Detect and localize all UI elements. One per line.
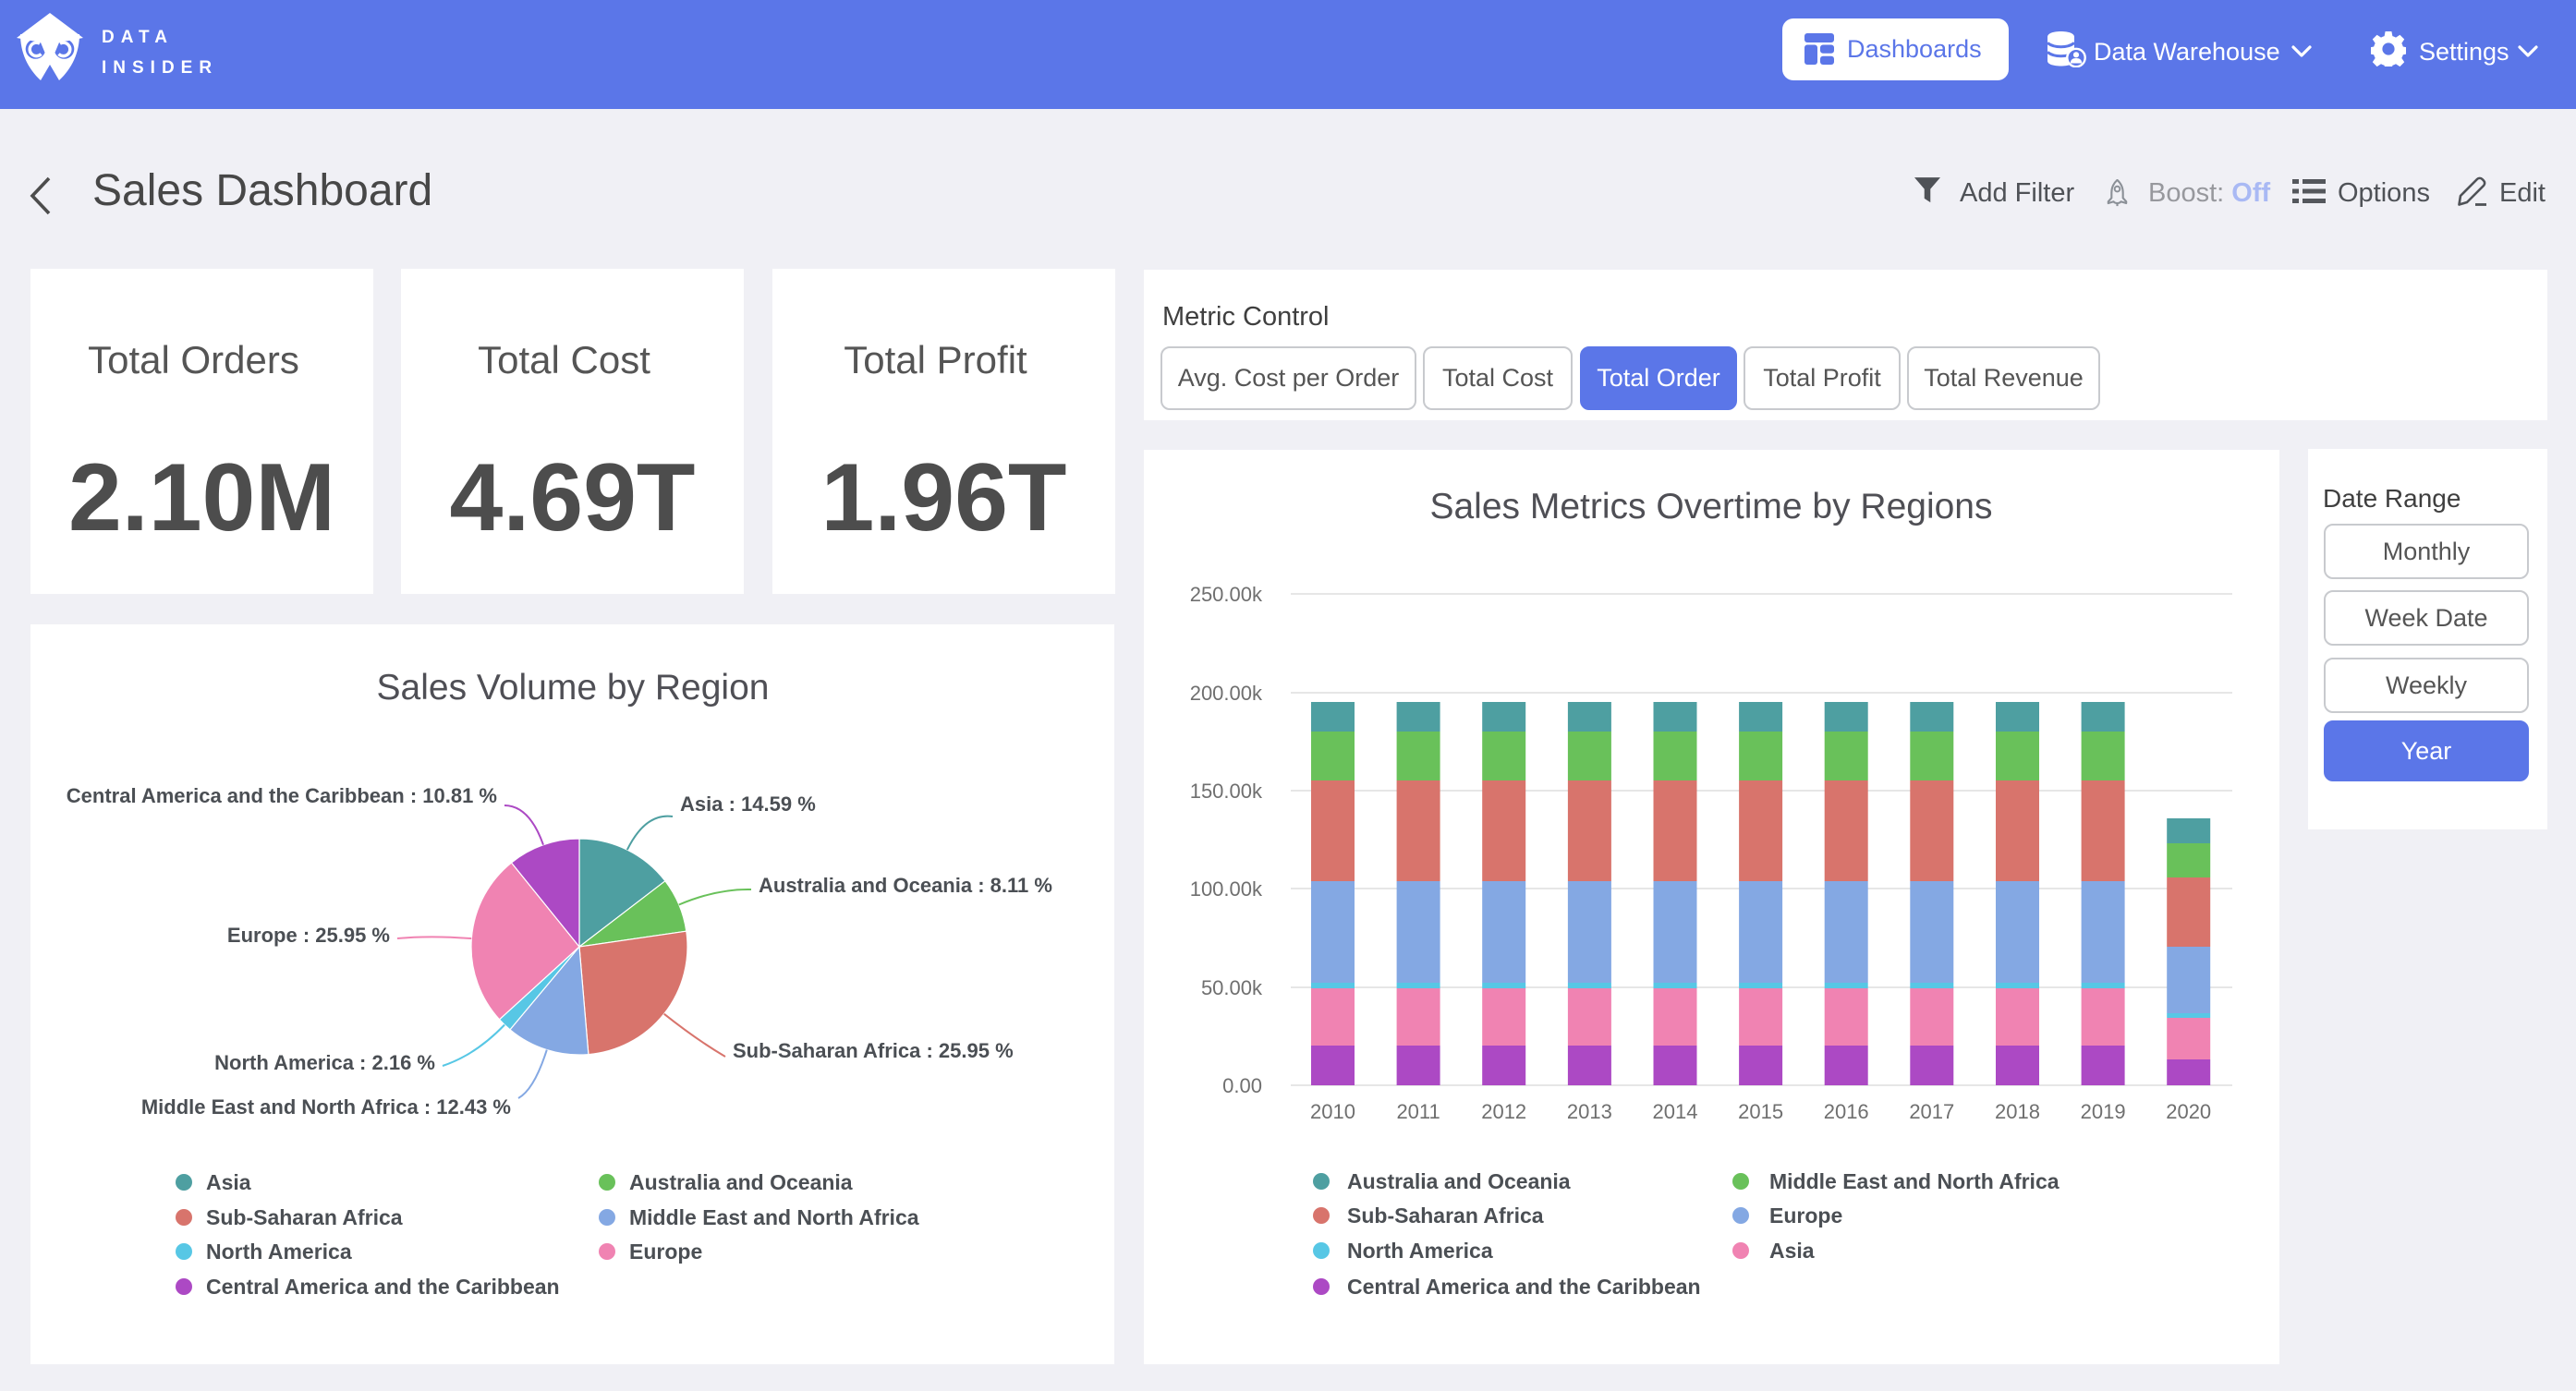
svg-text:Middle East and North Africa :: Middle East and North Africa : 12.43 % [141,1095,511,1119]
svg-text:Europe: Europe [629,1240,702,1264]
svg-text:Central America and the Caribb: Central America and the Caribbean : 10.8… [67,784,497,807]
svg-text:Sub-Saharan Africa: Sub-Saharan Africa [206,1205,403,1229]
svg-text:Asia: Asia [206,1170,251,1194]
svg-text:Central America and the Caribb: Central America and the Caribbean [1347,1275,1701,1299]
svg-text:Central America and the Caribb: Central America and the Caribbean [206,1275,560,1299]
svg-text:2012: 2012 [1481,1100,1526,1123]
svg-text:2018: 2018 [1995,1100,2040,1123]
svg-text:North America: North America [1347,1239,1493,1263]
svg-text:Australia and Oceania: Australia and Oceania [1347,1169,1571,1193]
svg-text:2011: 2011 [1396,1100,1440,1123]
svg-text:50.00k: 50.00k [1201,976,1263,999]
svg-text:2015: 2015 [1738,1100,1783,1123]
svg-text:2016: 2016 [1824,1100,1869,1123]
svg-text:2020: 2020 [2166,1100,2211,1123]
svg-text:2010: 2010 [1310,1100,1355,1123]
svg-text:Sales Metrics Overtime by Regi: Sales Metrics Overtime by Regions [1429,487,1992,526]
svg-text:Middle East and North Africa: Middle East and North Africa [1769,1169,2060,1193]
svg-text:100.00k: 100.00k [1190,877,1263,901]
svg-text:Sub-Saharan Africa : 25.95 %: Sub-Saharan Africa : 25.95 % [733,1039,1014,1062]
svg-text:2013: 2013 [1567,1100,1612,1123]
svg-text:North America: North America [206,1240,352,1264]
svg-text:Australia and Oceania : 8.11 %: Australia and Oceania : 8.11 % [759,874,1052,897]
svg-text:Europe : 25.95 %: Europe : 25.95 % [227,924,390,947]
svg-text:250.00k: 250.00k [1190,583,1263,606]
svg-text:Asia: Asia [1769,1239,1815,1263]
svg-text:Sub-Saharan Africa: Sub-Saharan Africa [1347,1204,1544,1228]
svg-text:2019: 2019 [2081,1100,2126,1123]
svg-text:Asia : 14.59 %: Asia : 14.59 % [680,792,816,816]
svg-text:Middle East and North Africa: Middle East and North Africa [629,1205,919,1229]
svg-text:North America : 2.16 %: North America : 2.16 % [214,1051,435,1074]
svg-text:200.00k: 200.00k [1190,682,1263,705]
svg-text:150.00k: 150.00k [1190,780,1263,803]
svg-text:Australia and Oceania: Australia and Oceania [629,1170,853,1194]
svg-text:Sales Volume by Region: Sales Volume by Region [377,668,770,708]
svg-text:Europe: Europe [1769,1204,1842,1228]
svg-text:2014: 2014 [1653,1100,1698,1123]
svg-text:2017: 2017 [1909,1100,1954,1123]
svg-text:0.00: 0.00 [1222,1074,1262,1097]
